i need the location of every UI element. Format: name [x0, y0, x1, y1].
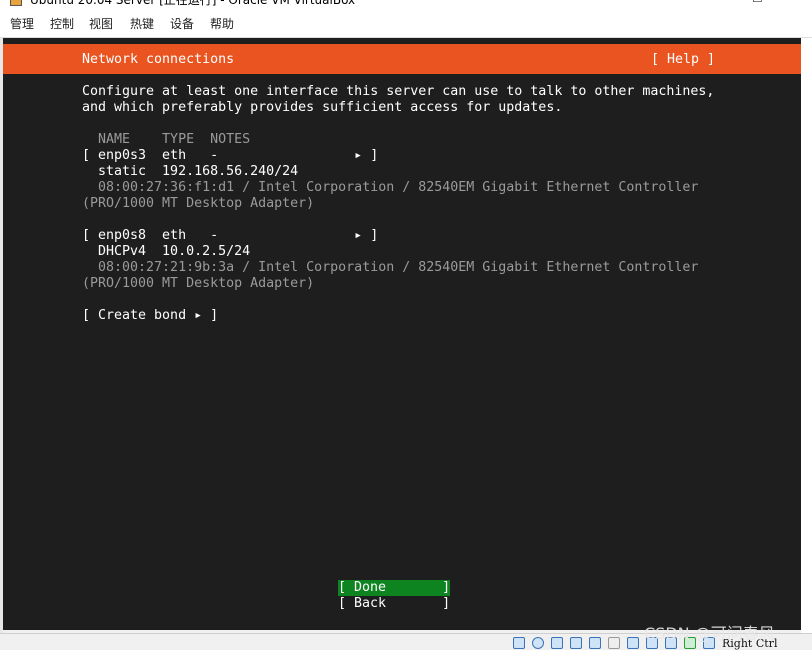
description-line-2: and which preferably provides sufficient…: [82, 100, 563, 115]
menu-view[interactable]: 视图: [89, 15, 113, 32]
menu-help[interactable]: 帮助: [210, 15, 234, 32]
interface-address-enp0s8: DHCPv4 10.0.2.5/24: [82, 244, 251, 259]
maximize-button[interactable]: ☐: [752, 0, 763, 5]
interface-row-enp0s3[interactable]: [ enp0s3 eth - ▸ ]: [82, 148, 378, 164]
installer-header: Network connections [ Help ]: [3, 44, 801, 74]
window-title: Ubuntu 20.04 Server [正在运行] - Oracle VM V…: [30, 0, 356, 7]
network-icon[interactable]: [570, 637, 582, 649]
hard-disk-icon[interactable]: [513, 637, 525, 649]
create-bond-button[interactable]: [ Create bond ▸ ]: [82, 308, 218, 324]
usb-icon[interactable]: [589, 637, 601, 649]
description-line-1: Configure at least one interface this se…: [82, 84, 715, 99]
window-right-border: [801, 38, 812, 633]
interface-info2-enp0s8: (PRO/1000 MT Desktop Adapter): [82, 276, 315, 291]
help-button[interactable]: [ Help ]: [651, 52, 715, 68]
minimize-button[interactable]: —: [705, 0, 717, 5]
menu-manage[interactable]: 管理: [10, 15, 34, 32]
audio-icon[interactable]: [551, 637, 563, 649]
optical-drive-icon[interactable]: [532, 637, 544, 649]
header-title: Network connections: [82, 52, 235, 67]
interface-info-enp0s3: 08:00:27:36:f1:d1 / Intel Corporation / …: [82, 180, 699, 195]
interface-row-enp0s8[interactable]: [ enp0s8 eth - ▸ ]: [82, 228, 378, 244]
interface-address-enp0s3: static 192.168.56.240/24: [82, 164, 299, 179]
window-titlebar: Ubuntu 20.04 Server [正在运行] - Oracle VM V…: [0, 0, 812, 8]
interface-info-enp0s8: 08:00:27:21:9b:3a / Intel Corporation / …: [82, 260, 699, 275]
back-button[interactable]: [ Back ]: [338, 596, 450, 612]
vm-screen[interactable]: Network connections [ Help ] Configure a…: [3, 38, 801, 630]
interface-info2-enp0s3: (PRO/1000 MT Desktop Adapter): [82, 196, 315, 211]
display-icon[interactable]: [627, 637, 639, 649]
menu-bar: 管理 控制 视图 热键 设备 帮助: [0, 8, 812, 38]
done-button[interactable]: [ Done ]: [338, 580, 451, 596]
menu-hotkey[interactable]: 热键: [130, 15, 154, 32]
menu-control[interactable]: 控制: [50, 15, 74, 32]
watermark: CSDN @可问春风: [644, 624, 775, 643]
menu-devices[interactable]: 设备: [170, 15, 194, 32]
shared-folders-icon[interactable]: [608, 637, 620, 649]
virtualbox-icon: [10, 0, 22, 6]
column-headers: NAME TYPE NOTES: [82, 132, 251, 147]
